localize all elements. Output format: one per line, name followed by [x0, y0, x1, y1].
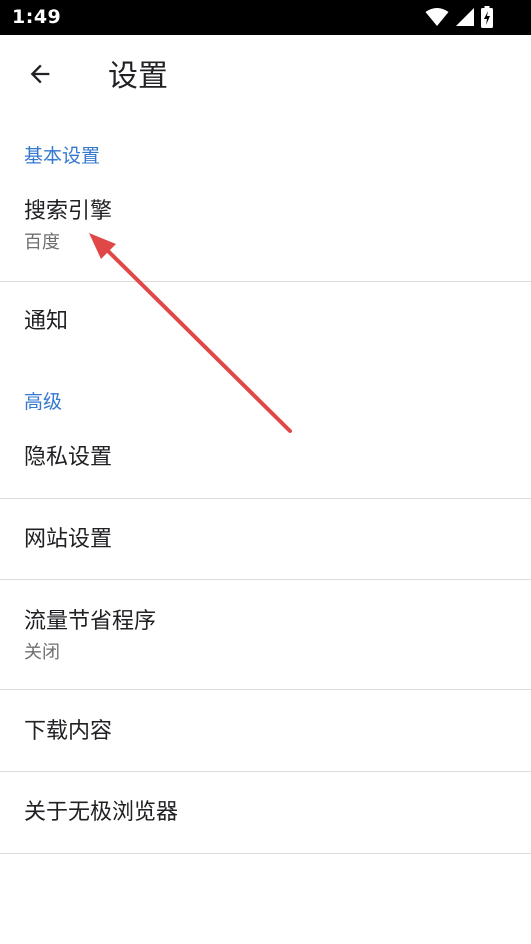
divider	[0, 853, 531, 854]
section-header-basic: 基本设置	[24, 145, 101, 167]
pref-about[interactable]: 关于无极浏览器	[0, 772, 531, 853]
cell-signal-icon	[455, 7, 475, 27]
back-button[interactable]	[16, 52, 64, 100]
pref-privacy-title: 隐私设置	[24, 445, 113, 470]
pref-search-engine[interactable]: 搜索引擎 百度	[0, 186, 531, 281]
page-title: 设置	[108, 59, 168, 94]
status-icons	[425, 6, 493, 28]
settings-screen: 1:49 设置 基本设置 搜索引擎 百度 通知 高级 隐私设置 网站设置 流量节…	[0, 0, 531, 944]
pref-privacy[interactable]: 隐私设置	[0, 420, 531, 498]
pref-site-settings-title: 网站设置	[24, 527, 113, 552]
pref-about-title: 关于无极浏览器	[24, 800, 179, 825]
pref-downloads[interactable]: 下载内容	[0, 690, 531, 771]
pref-search-engine-title: 搜索引擎	[24, 199, 113, 224]
pref-notifications-title: 通知	[24, 309, 69, 334]
pref-notifications[interactable]: 通知	[0, 282, 531, 362]
arrow-left-icon	[26, 60, 54, 92]
status-bar: 1:49	[0, 0, 531, 35]
wifi-icon	[425, 7, 449, 27]
pref-site-settings[interactable]: 网站设置	[0, 499, 531, 579]
toolbar: 设置	[0, 35, 531, 119]
status-time: 1:49	[12, 6, 62, 28]
pref-data-saver-title: 流量节省程序	[24, 609, 157, 634]
pref-search-engine-summary: 百度	[24, 232, 60, 253]
pref-data-saver-summary: 关闭	[24, 642, 60, 663]
pref-downloads-title: 下载内容	[24, 719, 113, 744]
pref-data-saver[interactable]: 流量节省程序 关闭	[0, 580, 531, 689]
battery-charging-icon	[481, 6, 493, 28]
section-header-advanced: 高级	[24, 391, 63, 413]
